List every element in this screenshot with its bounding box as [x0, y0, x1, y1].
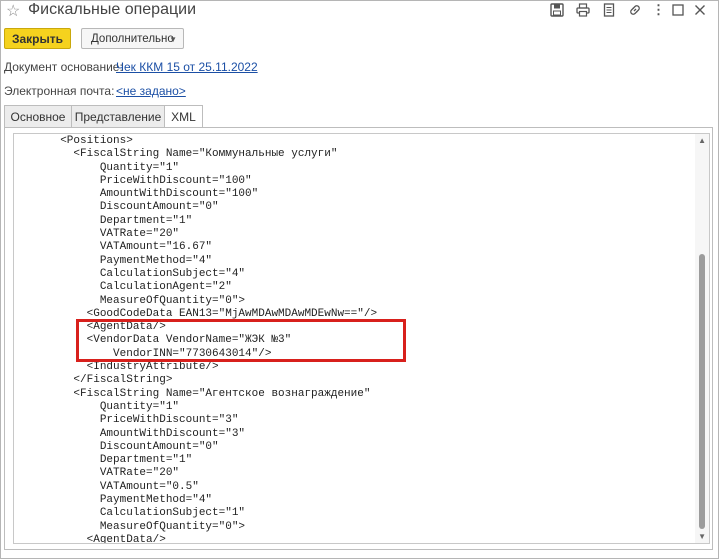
- xml-line: CalculationSubject="4": [14, 267, 246, 280]
- xml-line: </FiscalString>: [14, 374, 173, 387]
- star-icon[interactable]: ☆: [6, 1, 20, 21]
- xml-line: PriceWithDiscount="3": [14, 414, 239, 427]
- xml-line: PaymentMethod="4": [14, 254, 213, 267]
- xml-line: <IndustryAttribute/>: [14, 361, 219, 374]
- scroll-up-icon[interactable]: ▲: [698, 136, 706, 145]
- highlight-box: [76, 319, 406, 362]
- link-icon[interactable]: [627, 2, 643, 18]
- xml-line: Quantity="1": [14, 400, 180, 413]
- more-actions-button[interactable]: Дополнительно ▼: [81, 28, 184, 49]
- document-icon[interactable]: [601, 2, 617, 18]
- close-button[interactable]: Закрыть: [4, 28, 71, 49]
- title-bar: ☆ Фискальные операции ⋮: [0, 0, 719, 22]
- xml-line: DiscountAmount="0": [14, 201, 219, 214]
- tab-presentation[interactable]: Представление: [71, 105, 165, 127]
- xml-line: VATRate="20": [14, 228, 180, 241]
- xml-line: CalculationAgent="2": [14, 281, 232, 294]
- xml-line: VATRate="20": [14, 467, 180, 480]
- xml-line: <Positions>: [14, 135, 133, 147]
- base-document-link[interactable]: Чек ККМ 15 от 25.11.2022: [116, 60, 258, 74]
- scroll-down-icon[interactable]: ▼: [698, 532, 706, 541]
- chevron-down-icon: ▼: [169, 35, 177, 44]
- vertical-scrollbar[interactable]: ▲ ▼: [695, 134, 709, 543]
- more-actions-label: Дополнительно: [91, 32, 174, 45]
- scrollbar-thumb[interactable]: [699, 254, 705, 529]
- xml-line: AmountWithDiscount="3": [14, 427, 246, 440]
- more-icon[interactable]: ⋮: [651, 2, 667, 18]
- xml-line: <FiscalString Name="Агентское вознагражд…: [14, 387, 371, 400]
- xml-line: <AgentData/>: [14, 533, 166, 544]
- xml-line: PriceWithDiscount="100": [14, 174, 252, 187]
- save-icon[interactable]: [549, 2, 565, 18]
- xml-line: MeasureOfQuantity="0">: [14, 520, 246, 533]
- xml-line: VATAmount="16.67": [14, 241, 213, 254]
- close-icon[interactable]: [692, 2, 708, 18]
- email-link[interactable]: <не задано>: [116, 84, 186, 98]
- maximize-icon[interactable]: [670, 2, 686, 18]
- xml-line: Quantity="1": [14, 161, 180, 174]
- tab-xml[interactable]: XML: [164, 105, 203, 128]
- email-label: Электронная почта:: [4, 84, 115, 98]
- xml-line: <FiscalString Name="Коммунальные услуги": [14, 148, 338, 161]
- xml-line: CalculationSubject="1": [14, 507, 246, 520]
- tab-main[interactable]: Основное: [4, 105, 72, 127]
- xml-line: AmountWithDiscount="100": [14, 188, 259, 201]
- window-title: Фискальные операции: [28, 1, 196, 18]
- xml-line: DiscountAmount="0": [14, 440, 219, 453]
- print-icon[interactable]: [575, 2, 591, 18]
- xml-line: Department="1": [14, 214, 193, 227]
- xml-line: Department="1": [14, 454, 193, 467]
- xml-line: PaymentMethod="4": [14, 494, 213, 507]
- base-document-label: Документ основание:: [4, 60, 123, 74]
- xml-line: MeasureOfQuantity="0">: [14, 294, 246, 307]
- xml-line: VATAmount="0.5": [14, 480, 199, 493]
